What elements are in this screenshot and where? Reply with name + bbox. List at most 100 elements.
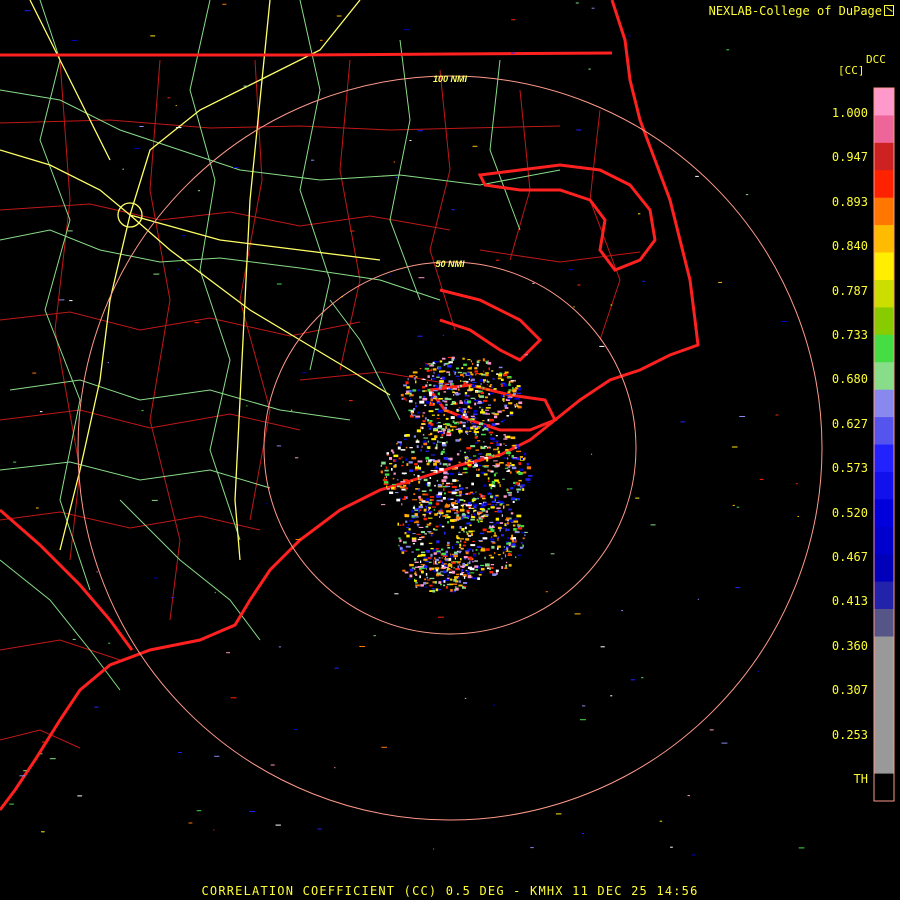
echo-pixel: [515, 498, 518, 501]
echo-pixel: [508, 383, 511, 386]
legend-color-swatch: [874, 280, 894, 308]
echo-pixel: [488, 404, 491, 406]
echo-pixel: [400, 481, 405, 483]
echo-pixel: [526, 466, 531, 470]
echo-pixel: [422, 386, 426, 389]
echo-pixel: [409, 447, 413, 449]
echo-pixel: [436, 443, 438, 447]
echo-pixel: [411, 517, 415, 519]
echo-pixel: [441, 479, 447, 482]
echo-pixel: [501, 514, 503, 517]
legend-tick-label: 0.733: [831, 328, 868, 342]
radar-map: 100 NMI 50 NMI: [0, 0, 895, 856]
echo-pixel: [500, 384, 503, 387]
legend-color-swatch: [874, 115, 894, 144]
echo-pixel: [414, 561, 419, 563]
echo-pixel: [439, 380, 444, 383]
echo-pixel: [385, 476, 387, 479]
clutter-pixel: [226, 652, 230, 654]
echo-pixel: [497, 410, 502, 413]
clutter-pixel: [745, 194, 749, 196]
clutter-pixel: [650, 524, 656, 526]
echo-pixel: [464, 399, 469, 401]
clutter-pixel: [151, 499, 158, 501]
echo-pixel: [438, 512, 444, 515]
echo-pixel: [503, 506, 505, 510]
echo-pixel: [474, 427, 478, 430]
echo-pixel: [434, 513, 438, 516]
echo-pixel: [450, 404, 454, 405]
echo-pixel: [491, 545, 495, 549]
echo-pixel: [505, 545, 509, 548]
echo-pixel: [494, 415, 498, 419]
echo-pixel: [487, 360, 489, 362]
clutter-pixel: [49, 758, 56, 760]
legend-color-swatch: [874, 581, 894, 610]
echo-pixel: [434, 470, 436, 473]
echo-pixel: [475, 568, 478, 571]
echo-pixel: [486, 453, 492, 456]
echo-pixel: [520, 484, 525, 487]
echo-pixel: [461, 410, 464, 413]
echo-pixel: [479, 390, 483, 392]
echo-pixel: [463, 530, 465, 533]
clutter-pixel: [276, 445, 282, 447]
clutter-pixel: [621, 610, 624, 612]
clutter-pixel: [42, 741, 47, 743]
echo-pixel: [431, 438, 437, 441]
echo-pixel: [507, 391, 511, 394]
clutter-pixel: [759, 478, 764, 480]
clutter-pixel: [582, 833, 584, 834]
legend-tick-label: 0.520: [831, 505, 868, 520]
echo-pixel: [440, 370, 446, 373]
echo-pixel: [488, 480, 490, 482]
echo-pixel: [412, 371, 418, 374]
echo-pixel: [397, 441, 402, 444]
echo-pixel: [480, 446, 486, 450]
echo-pixel: [511, 464, 515, 467]
clutter-pixel: [32, 372, 37, 374]
echo-pixel: [436, 479, 439, 482]
echo-pixel: [465, 570, 470, 573]
echo-pixel: [429, 420, 433, 422]
echo-pixel: [425, 384, 428, 388]
echo-pixel: [456, 509, 459, 512]
echo-pixel: [416, 439, 419, 441]
clutter-pixel: [736, 506, 740, 508]
echo-pixel: [468, 530, 473, 533]
echo-pixel: [402, 569, 406, 572]
clutter-pixel: [731, 446, 738, 448]
echo-pixel: [499, 501, 504, 503]
echo-pixel: [507, 397, 512, 400]
echo-pixel: [450, 416, 455, 419]
echo-pixel: [443, 584, 446, 587]
echo-pixel: [452, 570, 455, 574]
echo-pixel: [458, 407, 461, 409]
clutter-pixel: [311, 159, 315, 161]
clutter-pixel: [9, 803, 14, 805]
clutter-pixel: [739, 416, 746, 417]
clutter-pixel: [177, 268, 180, 270]
echo-pixel: [425, 364, 428, 367]
echo-pixel: [445, 485, 451, 488]
echo-pixel: [423, 390, 427, 392]
legend-tick-label: 0.467: [831, 550, 868, 564]
clutter-pixel: [509, 389, 511, 391]
echo-pixel: [407, 524, 410, 526]
echo-pixel: [464, 526, 467, 530]
clutter-pixel: [496, 259, 500, 261]
echo-pixel: [439, 462, 442, 465]
echo-pixel: [458, 408, 463, 411]
echo-pixel: [466, 420, 469, 423]
clutter-pixel: [481, 547, 486, 549]
credit-text: NEXLAB-College of DuPage: [709, 4, 894, 18]
legend-tick-label: 0.307: [831, 683, 868, 698]
echo-pixel: [514, 379, 516, 382]
echo-pixel: [457, 415, 461, 418]
echo-pixel: [460, 540, 462, 543]
echo-pixel: [401, 472, 407, 475]
echo-pixel: [508, 402, 513, 405]
echo-pixel: [421, 445, 423, 448]
echo-pixel: [454, 588, 456, 591]
clutter-pixel: [477, 359, 481, 361]
